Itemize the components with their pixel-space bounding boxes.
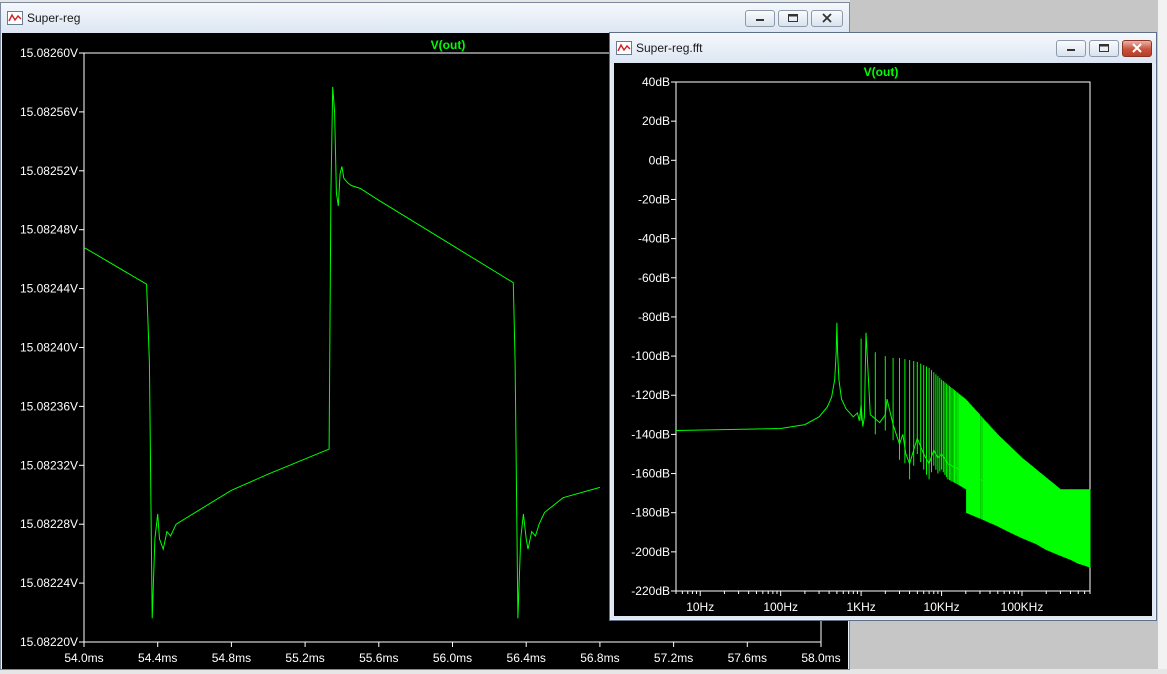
- fft-minimize-button[interactable]: [1056, 40, 1086, 57]
- main-y-tick-label: 15.08236V: [20, 399, 78, 413]
- fft-y-tick-label: -40dB: [638, 232, 670, 246]
- main-y-tick-label: 15.08252V: [20, 164, 78, 178]
- close-icon: [822, 13, 832, 23]
- restore-button[interactable]: [778, 10, 808, 27]
- main-window-title: Super-reg: [27, 11, 81, 25]
- minimize-icon: [756, 19, 764, 21]
- fft-window-title: Super-reg.fft: [636, 41, 703, 55]
- main-y-tick-label: 15.08260V: [20, 46, 78, 60]
- main-window-titlebar[interactable]: Super-reg: [1, 3, 849, 33]
- main-x-tick-label: 56.0ms: [433, 651, 472, 665]
- restore-icon: [1099, 44, 1109, 52]
- main-x-tick-label: 54.4ms: [138, 651, 177, 665]
- minimize-icon: [1067, 49, 1075, 51]
- main-x-tick-label: 56.4ms: [507, 651, 546, 665]
- fft-x-tick-label: 100KHz: [1001, 600, 1044, 614]
- fft-plot-area[interactable]: V(out) 40dB 20dB 0dB -20dB -40dB -60dB -80dB -1…: [614, 63, 1152, 616]
- fft-x-tick-label: 10KHz: [924, 600, 960, 614]
- fft-harmonic-spurs: [860, 338, 1091, 568]
- fft-y-tick-label: 0dB: [649, 153, 670, 167]
- main-x-tick-label: 57.2ms: [654, 651, 693, 665]
- main-x-tick-label: 54.0ms: [64, 651, 103, 665]
- fft-y-tick-label: -220dB: [631, 584, 670, 598]
- desktop-edge: [1158, 0, 1167, 669]
- fft-window-titlebar[interactable]: Super-reg.fft: [610, 33, 1156, 63]
- fft-y-tick-label: 20dB: [642, 114, 670, 128]
- main-x-tick-label: 54.8ms: [212, 651, 251, 665]
- fft-close-button[interactable]: [1122, 40, 1152, 57]
- fft-y-tick-label: -80dB: [638, 310, 670, 324]
- fft-y-tick-label: 40dB: [642, 75, 670, 89]
- main-y-tick-label: 15.08232V: [20, 458, 78, 472]
- minimize-button[interactable]: [745, 10, 775, 27]
- main-x-tick-label: 56.8ms: [580, 651, 619, 665]
- fft-plot-canvas[interactable]: V(out) 40dB 20dB 0dB -20dB -40dB -60dB -80dB -1…: [614, 63, 1152, 616]
- fft-restore-button[interactable]: [1089, 40, 1119, 57]
- waveform-icon: [616, 41, 632, 55]
- main-x-tick-label: 55.6ms: [359, 651, 398, 665]
- fft-y-tick-label: -200dB: [631, 545, 670, 559]
- restore-icon: [788, 14, 798, 22]
- main-trace-label[interactable]: V(out): [431, 38, 466, 52]
- waveform-icon: [7, 11, 23, 25]
- main-x-tick-label: 58.0ms: [801, 651, 840, 665]
- main-y-tick-label: 15.08244V: [20, 282, 78, 296]
- fft-trace-label[interactable]: V(out): [864, 65, 899, 79]
- main-x-tick-label: 57.6ms: [728, 651, 767, 665]
- fft-spur-lines: [860, 338, 1091, 568]
- fft-y-tick-label: -20dB: [638, 192, 670, 206]
- fft-plot-window[interactable]: Super-reg.fft V(out) 40dB 20dB 0dB -20dB -40…: [609, 32, 1157, 621]
- fft-y-tick-label: -100dB: [631, 349, 670, 363]
- main-trace-line: [83, 86, 601, 619]
- fft-y-tick-label: -180dB: [631, 506, 670, 520]
- fft-y-tick-label: -120dB: [631, 388, 670, 402]
- close-icon: [1132, 43, 1142, 53]
- fft-x-tick-label: 100Hz: [763, 600, 798, 614]
- main-x-tick-label: 55.2ms: [285, 651, 324, 665]
- fft-y-tick-label: -160dB: [631, 467, 670, 481]
- main-y-tick-label: 15.08224V: [20, 576, 78, 590]
- fft-x-tick-label: 1KHz: [846, 600, 875, 614]
- fft-x-tick-label: 10Hz: [686, 600, 714, 614]
- close-button[interactable]: [811, 10, 843, 27]
- main-y-tick-label: 15.08240V: [20, 341, 78, 355]
- main-y-tick-label: 15.08220V: [20, 635, 78, 649]
- main-y-tick-label: 15.08228V: [20, 517, 78, 531]
- fft-y-tick-label: -60dB: [638, 271, 670, 285]
- fft-y-tick-label: -140dB: [631, 427, 670, 441]
- main-y-tick-label: 15.08248V: [20, 223, 78, 237]
- main-y-tick-label: 15.08256V: [20, 105, 78, 119]
